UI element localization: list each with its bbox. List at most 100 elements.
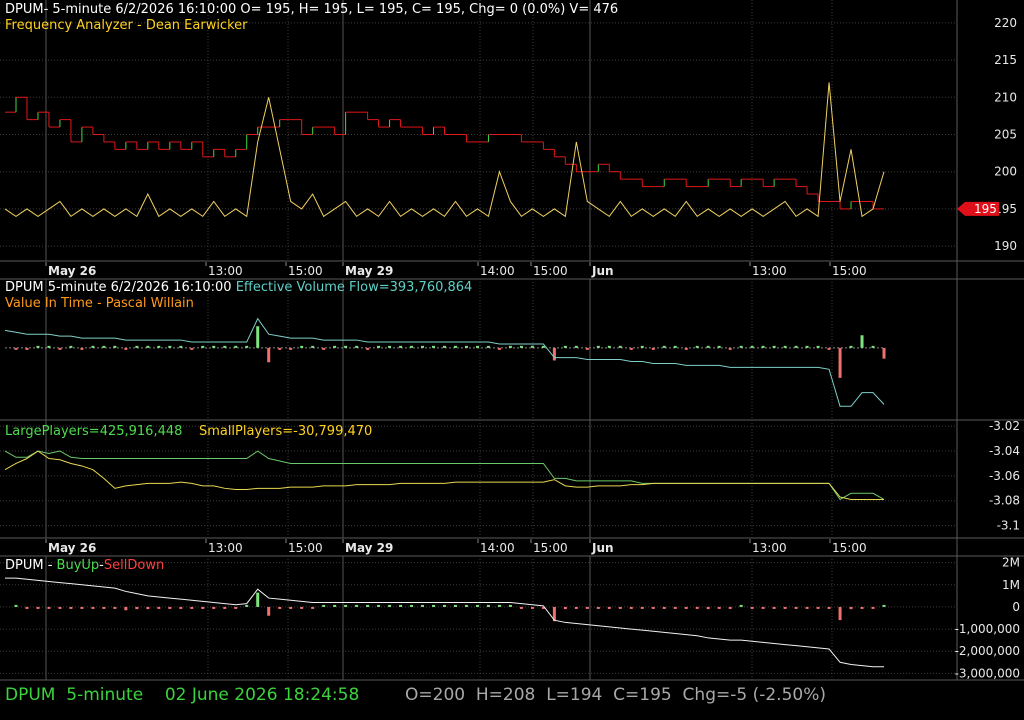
flow-bar	[146, 345, 150, 348]
flow-bar	[827, 347, 831, 350]
flow-bar	[245, 345, 249, 348]
buysell-bar	[651, 606, 655, 609]
bars-layer	[14, 326, 886, 622]
flow-bar	[552, 347, 556, 361]
panel1-indicator-title: Frequency Analyzer - Dean Earwicker	[5, 18, 248, 33]
flow-bar	[69, 345, 73, 348]
buysell-bar	[838, 606, 842, 621]
buysell-bar	[267, 606, 271, 616]
buysell-bar	[201, 606, 205, 609]
flow-bar	[113, 345, 117, 348]
flow-bar	[399, 345, 403, 348]
panel1-header: DPUM- 5-minute 6/2/2026 16:10:00 O= 195,…	[5, 2, 619, 17]
buysell-bar	[47, 606, 51, 609]
buysell-tick-label: -3,000,000	[955, 666, 1020, 680]
flow-bar	[508, 345, 512, 348]
buysell-bar	[464, 604, 468, 607]
flow-bar	[344, 345, 348, 348]
flow-bar	[618, 345, 622, 348]
selldown-label: SellDown	[103, 558, 165, 573]
chart-canvas: 190195200205210215220195May 26 13:00 15:00…	[0, 0, 1024, 681]
time-tick-label: 14:00	[480, 264, 515, 278]
flow-bar	[684, 347, 688, 350]
buysell-bar	[849, 606, 853, 610]
flow-bar	[882, 347, 886, 359]
buysell-bar	[58, 606, 62, 609]
flow-bar	[212, 345, 216, 348]
flow-bar	[102, 345, 106, 348]
flow-bar	[80, 347, 84, 350]
buysell-bar	[355, 604, 359, 607]
flow-bar	[464, 345, 468, 348]
buysell-bar	[739, 604, 743, 607]
flow-bar	[497, 347, 501, 350]
players-tick-label: -3.06	[989, 469, 1020, 483]
flow-bar	[124, 347, 128, 350]
flow-bar	[58, 347, 62, 350]
buysell-bar	[69, 606, 73, 609]
flow-bar	[486, 345, 490, 348]
buysell-bar	[508, 604, 512, 607]
buysell-bar	[245, 604, 249, 607]
flow-bar	[563, 345, 567, 348]
flow-bar	[475, 345, 479, 348]
flow-bar	[728, 347, 732, 350]
players-tick-label: -3.1	[997, 519, 1020, 533]
buysell-bar	[761, 606, 765, 609]
price-tick-label: 215	[994, 53, 1017, 67]
buysell-bar	[14, 604, 18, 607]
flow-bar	[366, 347, 370, 350]
flow-bar	[772, 345, 776, 348]
flow-bar	[91, 345, 95, 348]
flow-bar	[190, 347, 194, 350]
buysell-bar	[366, 604, 370, 607]
panel4-header: DPUM - BuyUp-SellDown	[5, 558, 164, 574]
flow-bar	[662, 345, 666, 348]
time-tick-label: 15:00	[288, 264, 323, 278]
flow-bar	[179, 345, 183, 348]
price-tick-label: 210	[994, 90, 1017, 104]
buysell-tick-label: -2,000,000	[955, 644, 1020, 658]
flow-bar	[739, 345, 743, 348]
flow-bar	[377, 345, 381, 348]
buysell-bar	[453, 604, 457, 607]
status-close: C=195	[613, 685, 672, 705]
panel2-indicator-title: Value In Time - Pascal Willain	[5, 296, 194, 311]
flow-bar	[278, 347, 282, 350]
buysell-bar	[475, 604, 479, 607]
flow-bar	[651, 347, 655, 350]
buysell-bar	[871, 606, 875, 609]
buysell-bar	[662, 606, 666, 609]
time-tick-label: 13:00	[208, 541, 243, 555]
flow-bar	[805, 345, 809, 348]
flow-bar	[443, 345, 446, 348]
flow-bar	[300, 345, 304, 348]
status-high: H=208	[475, 685, 536, 705]
buysell-bar	[486, 604, 490, 607]
buysell-bar	[860, 606, 864, 609]
flow-bar	[838, 347, 842, 378]
buysell-bar	[607, 606, 611, 609]
flow-bar	[410, 345, 414, 348]
buysell-bar	[772, 606, 776, 609]
time-tick-label: Jun	[591, 541, 614, 555]
flow-bar	[750, 345, 754, 348]
flow-bar	[629, 347, 633, 350]
buysell-bar	[311, 606, 315, 609]
status-interval: 5-minute	[66, 685, 144, 705]
panel2-header-prefix: DPUM 5-minute 6/2/2026 16:10:00	[5, 280, 232, 295]
flow-bar	[135, 345, 139, 348]
flow-bar	[201, 345, 205, 348]
buysell-bar	[717, 606, 721, 609]
buysell-bar	[596, 606, 600, 609]
buysell-bar	[102, 606, 106, 609]
time-tick-label: 15:00	[288, 541, 323, 555]
price-tick-label: 200	[994, 165, 1017, 179]
flow-bar	[519, 345, 523, 348]
flow-bar	[794, 345, 798, 348]
buysell-bar	[190, 606, 194, 609]
flow-bar	[761, 345, 765, 348]
buysell-bar	[80, 606, 84, 609]
time-tick-label: 15:00	[533, 541, 568, 555]
buysell-bar	[256, 592, 260, 607]
